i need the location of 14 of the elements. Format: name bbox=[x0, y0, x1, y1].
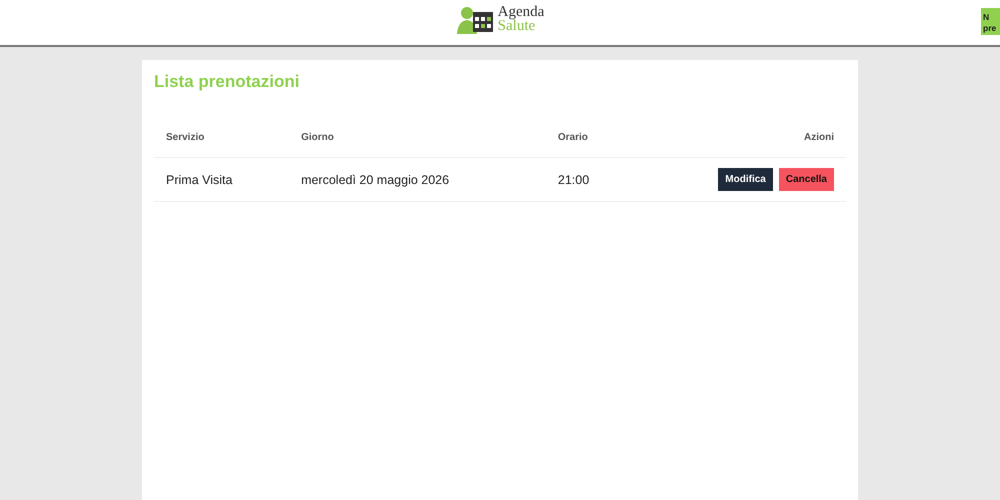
column-header: Orario bbox=[546, 118, 628, 158]
edit-button[interactable]: Modifica bbox=[718, 168, 773, 192]
column-header: Giorno bbox=[289, 118, 546, 158]
new-booking-button[interactable]: N pre bbox=[981, 8, 1000, 35]
delete-button[interactable]: Cancella bbox=[778, 168, 834, 192]
logo-icon bbox=[456, 4, 494, 34]
table-cell: mercoledì 20 maggio 2026 bbox=[289, 158, 546, 202]
column-header: Servizio bbox=[154, 118, 290, 158]
table-cell: 21:00 bbox=[546, 158, 628, 202]
table-cell: Prima Visita bbox=[154, 158, 290, 202]
logo-text: Salute bbox=[498, 19, 536, 33]
logo-text: Agenda bbox=[498, 5, 544, 19]
column-header: Azioni bbox=[628, 118, 846, 158]
page-title: Lista prenotazioni bbox=[154, 72, 300, 92]
